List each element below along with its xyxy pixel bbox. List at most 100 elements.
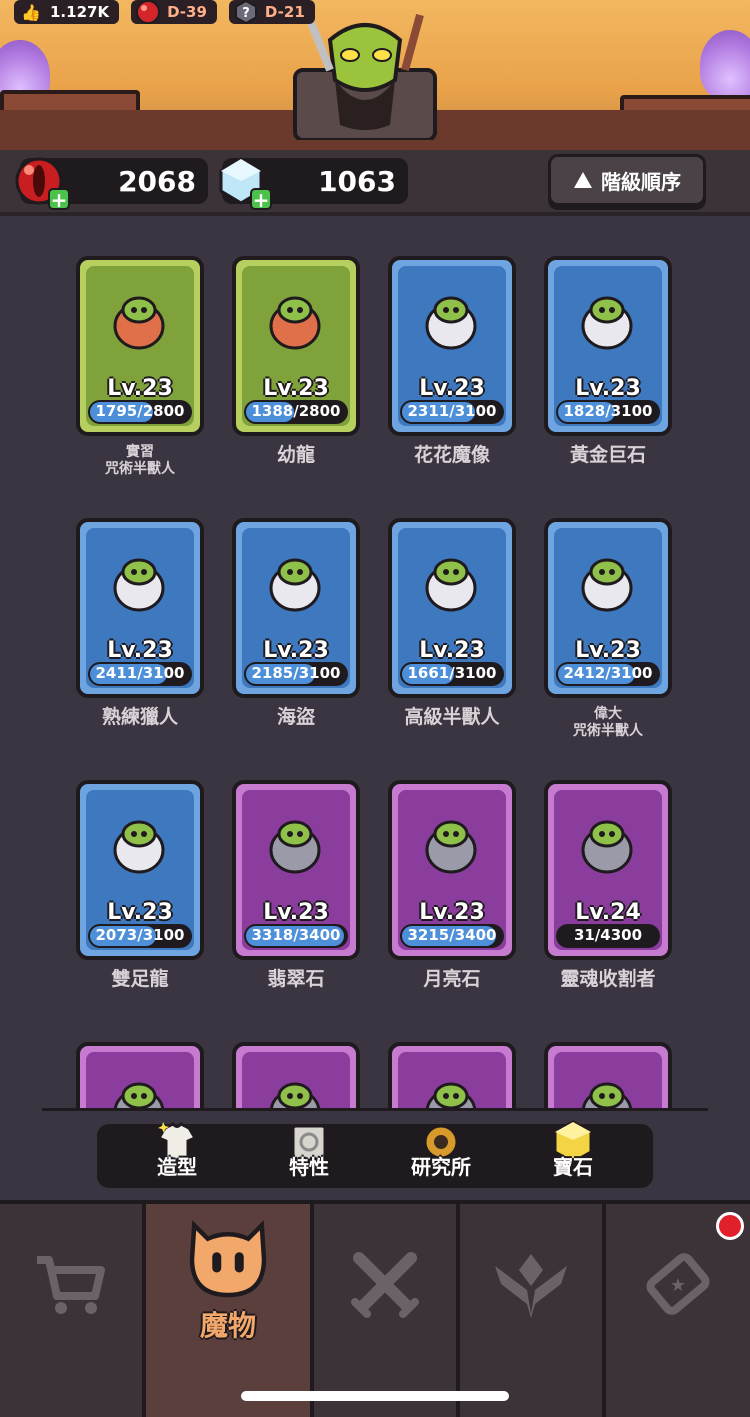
progress-text: 31/4300 bbox=[573, 926, 643, 944]
monster-level: Lv.23 bbox=[419, 900, 485, 925]
svg-text:?: ? bbox=[242, 6, 250, 21]
monster-level: Lv.23 bbox=[263, 900, 329, 925]
monster-portrait[interactable] bbox=[232, 1042, 360, 1108]
monster-card[interactable]: Lv.23 2185/3100 海盜 bbox=[232, 518, 362, 728]
tab-research[interactable]: 研究所 bbox=[381, 1124, 501, 1188]
nav-battle[interactable] bbox=[314, 1204, 460, 1417]
monster-portrait[interactable] bbox=[76, 1042, 204, 1108]
monster-name: 月亮石 bbox=[423, 968, 481, 990]
monster-card[interactable]: Lv.23 1828/3100 黃金巨石 bbox=[544, 256, 674, 466]
monster-sprite-icon bbox=[581, 820, 633, 874]
sort-order-label: 階級順序 bbox=[601, 169, 681, 194]
likes-count: 1.127K bbox=[50, 3, 110, 21]
crystal-counter[interactable]: + 1063 bbox=[219, 157, 408, 210]
monster-portrait[interactable]: Lv.23 2412/3100 bbox=[544, 518, 672, 698]
monster-portrait[interactable]: Lv.23 2311/3100 bbox=[388, 256, 516, 436]
top-stats: 👍 1.127K D-39 ? D-21 bbox=[14, 0, 315, 24]
progress-text: 1795/2800 bbox=[95, 402, 185, 420]
crystal-amount: 1063 bbox=[318, 164, 396, 198]
tab-traits-label: 特性 bbox=[289, 1155, 329, 1179]
monster-portrait[interactable]: Lv.23 2411/3100 bbox=[76, 518, 204, 698]
monster-portrait[interactable]: Lv.23 3215/3400 bbox=[388, 780, 516, 960]
monster-card[interactable]: Lv.23 1661/3100 高級半獸人 bbox=[388, 518, 518, 728]
home-indicator[interactable] bbox=[241, 1391, 509, 1401]
progress-bar: 31/4300 bbox=[556, 924, 660, 948]
progress-text: 1661/3100 bbox=[407, 664, 497, 682]
add-red-gem-button[interactable]: + bbox=[48, 188, 70, 210]
monster-card[interactable]: Lv.23 3318/3400 翡翠石 bbox=[232, 780, 362, 990]
monster-level: Lv.23 bbox=[575, 376, 641, 401]
sort-order-button[interactable]: 階級順序 bbox=[548, 154, 706, 206]
monster-portrait[interactable]: Lv.23 3318/3400 bbox=[232, 780, 360, 960]
monster-card[interactable]: Lv.24 31/4300 靈魂收割者 bbox=[544, 780, 674, 990]
resource-bar: + 2068 + 1063 階級順序 bbox=[0, 150, 750, 216]
progress-text: 2412/3100 bbox=[563, 664, 653, 682]
monster-portrait[interactable] bbox=[388, 1042, 516, 1108]
progress-bar: 3215/3400 bbox=[400, 924, 504, 948]
monster-card[interactable] bbox=[544, 1042, 674, 1108]
red-gem-counter[interactable]: + 2068 bbox=[15, 157, 208, 210]
mystery-badge: ? D-21 bbox=[228, 0, 315, 25]
monster-card[interactable]: Lv.23 3215/3400 月亮石 bbox=[388, 780, 518, 990]
nav-shop[interactable] bbox=[0, 1204, 146, 1417]
progress-bar: 1795/2800 bbox=[88, 400, 192, 424]
monster-card[interactable] bbox=[76, 1042, 206, 1108]
monster-sprite-icon bbox=[269, 820, 321, 874]
monster-card[interactable] bbox=[232, 1042, 362, 1108]
likes-badge: 👍 1.127K bbox=[14, 0, 120, 24]
add-crystal-button[interactable]: + bbox=[250, 188, 272, 210]
header-scene: 👍 1.127K D-39 ? D-21 bbox=[0, 0, 750, 150]
red-gem-icon bbox=[135, 0, 161, 25]
progress-bar: 2412/3100 bbox=[556, 662, 660, 686]
thumbs-up-icon: 👍 bbox=[21, 2, 41, 22]
monster-portrait[interactable] bbox=[544, 1042, 672, 1108]
progress-bar: 2185/3100 bbox=[244, 662, 348, 686]
monster-card[interactable]: Lv.23 2411/3100 熟練獵人 bbox=[76, 518, 206, 728]
ticket-icon: ★ bbox=[646, 1253, 710, 1315]
monster-portrait[interactable]: Lv.23 1828/3100 bbox=[544, 256, 672, 436]
monster-portrait[interactable]: Lv.23 1388/2800 bbox=[232, 256, 360, 436]
progress-bar: 1828/3100 bbox=[556, 400, 660, 424]
monster-portrait[interactable]: Lv.23 1661/3100 bbox=[388, 518, 516, 698]
triangle-up-icon bbox=[574, 172, 592, 188]
tab-gems[interactable]: 寶石 bbox=[513, 1120, 633, 1188]
monster-card[interactable]: Lv.23 2311/3100 花花魔像 bbox=[388, 256, 518, 466]
monster-level: Lv.23 bbox=[107, 900, 173, 925]
tab-traits[interactable]: 特性 bbox=[249, 1124, 369, 1188]
notification-dot bbox=[716, 1212, 744, 1240]
monster-name: 實習 咒術半獸人 bbox=[105, 444, 175, 477]
monster-portrait[interactable]: Lv.23 2185/3100 bbox=[232, 518, 360, 698]
tab-gems-label: 寶石 bbox=[553, 1155, 593, 1179]
progress-bar: 2311/3100 bbox=[400, 400, 504, 424]
grid-divider bbox=[42, 1108, 708, 1111]
monster-card[interactable]: Lv.23 2412/3100 偉大 咒術半獸人 bbox=[544, 518, 674, 740]
monster-card[interactable]: Lv.23 2073/3100 雙足龍 bbox=[76, 780, 206, 990]
monster-level: Lv.23 bbox=[575, 638, 641, 663]
monster-portrait[interactable]: Lv.24 31/4300 bbox=[544, 780, 672, 960]
sub-tab-bar: 造型 特性 研究所 寶石 bbox=[97, 1120, 653, 1188]
progress-bar: 1388/2800 bbox=[244, 400, 348, 424]
tab-research-label: 研究所 bbox=[411, 1155, 471, 1179]
progress-text: 2311/3100 bbox=[407, 402, 497, 420]
monster-level: Lv.23 bbox=[263, 638, 329, 663]
monster-level: Lv.24 bbox=[575, 900, 641, 925]
monster-icon bbox=[189, 1220, 267, 1298]
monster-portrait[interactable]: Lv.23 1795/2800 bbox=[76, 256, 204, 436]
monster-level: Lv.23 bbox=[263, 376, 329, 401]
rank-wings-icon bbox=[495, 1254, 567, 1318]
nav-rank[interactable] bbox=[460, 1204, 606, 1417]
question-hex-icon: ? bbox=[233, 0, 259, 25]
monster-level: Lv.23 bbox=[419, 638, 485, 663]
monster-card[interactable] bbox=[388, 1042, 518, 1108]
monster-sprite-icon bbox=[425, 1082, 477, 1108]
monster-portrait[interactable]: Lv.23 2073/3100 bbox=[76, 780, 204, 960]
nav-monsters[interactable]: 魔物 bbox=[146, 1204, 314, 1417]
monster-card[interactable]: Lv.23 1795/2800 實習 咒術半獸人 bbox=[76, 256, 206, 478]
progress-bar: 1661/3100 bbox=[400, 662, 504, 686]
svg-text:★: ★ bbox=[670, 1275, 686, 1296]
tab-costume[interactable]: 造型 bbox=[117, 1122, 237, 1188]
monster-sprite-icon bbox=[581, 1082, 633, 1108]
cart-icon bbox=[37, 1256, 105, 1314]
monster-card[interactable]: Lv.23 1388/2800 幼龍 bbox=[232, 256, 362, 466]
progress-text: 1388/2800 bbox=[251, 402, 341, 420]
